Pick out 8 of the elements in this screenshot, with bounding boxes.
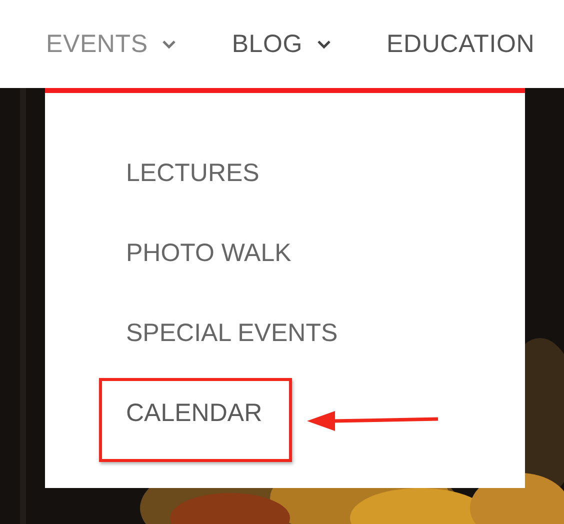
menu-item[interactable]: PHOTO WALK bbox=[126, 241, 292, 266]
menu-item[interactable]: LECTURES bbox=[126, 161, 260, 186]
arrow-icon bbox=[307, 409, 439, 431]
nav-link[interactable]: EDUCATION bbox=[386, 30, 535, 58]
menu-item[interactable]: CALENDAR bbox=[126, 401, 262, 426]
nav-link[interactable]: BLOG bbox=[232, 30, 330, 58]
nav-link[interactable]: EVENTS bbox=[46, 30, 176, 58]
menu-item[interactable]: SPECIAL EVENTS bbox=[126, 321, 338, 346]
